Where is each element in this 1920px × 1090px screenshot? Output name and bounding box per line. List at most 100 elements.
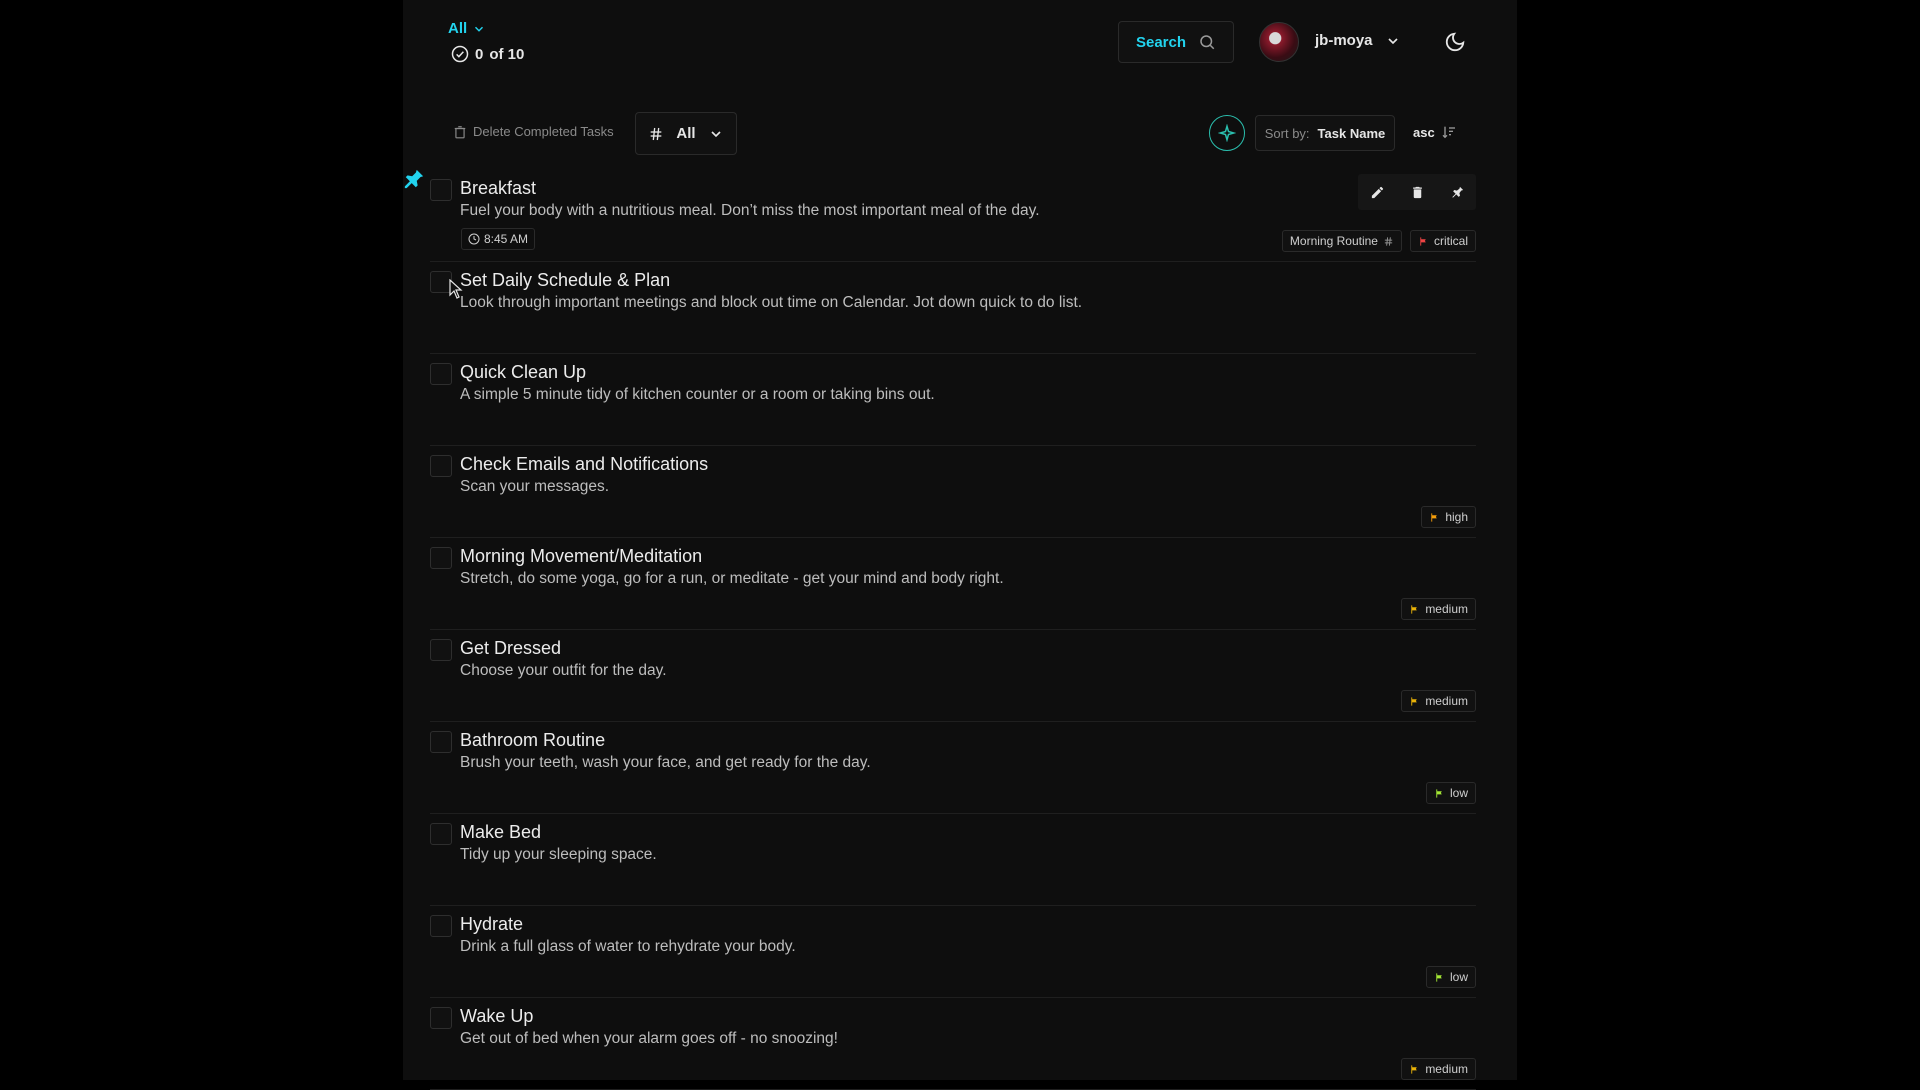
priority-chip: medium (1401, 598, 1476, 620)
task-item[interactable]: Check Emails and Notifications Scan your… (430, 446, 1476, 538)
priority-label: critical (1433, 234, 1468, 248)
priority-chip: medium (1401, 690, 1476, 712)
sort-icon (1442, 126, 1455, 139)
priority-label: low (1449, 786, 1468, 800)
task-description: Drink a full glass of water to rehydrate… (460, 938, 796, 955)
task-chips: medium (1401, 690, 1476, 712)
task-checkbox[interactable] (430, 823, 452, 845)
priority-chip: low (1425, 782, 1476, 804)
task-checkbox[interactable] (430, 179, 452, 201)
flag-icon (1420, 236, 1426, 246)
chevron-down-icon (475, 26, 484, 32)
task-item[interactable]: Hydrate Drink a full glass of water to r… (430, 906, 1476, 998)
sort-by-value: Task Name (1317, 125, 1386, 141)
progress-completed: 0 (475, 45, 484, 63)
progress-total: of 10 (489, 45, 525, 63)
username: jb-moya (1315, 32, 1373, 49)
task-item[interactable]: Morning Movement/Meditation Stretch, do … (430, 538, 1476, 630)
task-checkbox[interactable] (430, 547, 452, 569)
priority-label: medium (1425, 602, 1468, 616)
task-list: Breakfast Fuel your body with a nutritio… (430, 170, 1476, 1090)
search-button[interactable]: Search (1118, 21, 1234, 63)
flag-icon (1411, 604, 1418, 614)
pin-icon (1452, 186, 1463, 197)
flag-icon (1411, 696, 1418, 706)
tag-label: Morning Routine (1289, 234, 1378, 248)
progress-counter: 0 of 10 (451, 45, 524, 63)
tag-filter-dropdown[interactable]: All (635, 112, 737, 155)
priority-chip: low (1425, 966, 1476, 988)
user-menu[interactable]: jb-moya (1315, 32, 1401, 49)
task-chips: low (1425, 966, 1476, 988)
task-time-chip: 8:45 AM (461, 228, 536, 250)
task-checkbox[interactable] (430, 363, 452, 385)
edit-task-button[interactable] (1358, 174, 1396, 210)
task-title: Check Emails and Notifications (460, 454, 709, 474)
list-filter-dropdown[interactable]: All (448, 20, 486, 37)
task-item[interactable]: Breakfast Fuel your body with a nutritio… (430, 170, 1476, 262)
task-checkbox[interactable] (430, 915, 452, 937)
trash-icon (1412, 186, 1422, 198)
task-checkbox[interactable] (430, 731, 452, 753)
task-title: Bathroom Routine (460, 730, 606, 750)
task-item[interactable]: Get Dressed Choose your outfit for the d… (430, 630, 1476, 722)
list-filter-label: All (448, 20, 468, 37)
delete-task-button[interactable] (1398, 174, 1436, 210)
task-actions (1358, 174, 1476, 210)
chevron-down-icon (1387, 37, 1398, 44)
chevron-down-icon (710, 130, 721, 137)
task-description: Stretch, do some yoga, go for a run, or … (460, 570, 1004, 587)
task-checkbox[interactable] (430, 455, 452, 477)
hash-icon (1384, 236, 1393, 246)
task-title: Set Daily Schedule & Plan (460, 270, 671, 290)
task-chips: high (1421, 506, 1476, 528)
task-item[interactable]: Bathroom Routine Brush your teeth, wash … (430, 722, 1476, 814)
sort-direction-toggle[interactable]: asc (1413, 124, 1457, 140)
task-description: Look through important meetings and bloc… (460, 294, 1083, 311)
delete-completed-button[interactable]: Delete Completed Tasks (453, 124, 614, 139)
priority-label: high (1445, 510, 1468, 524)
task-item[interactable]: Quick Clean Up A simple 5 minute tidy of… (430, 354, 1476, 446)
task-description: Brush your teeth, wash your face, and ge… (460, 754, 871, 771)
priority-label: medium (1425, 1062, 1468, 1076)
task-description: Choose your outfit for the day. (460, 662, 667, 679)
search-icon (1200, 35, 1215, 50)
pinned-icon (404, 169, 424, 189)
task-item[interactable]: Make Bed Tidy up your sleeping space. (430, 814, 1476, 906)
clock-icon (468, 233, 480, 245)
task-description: A simple 5 minute tidy of kitchen counte… (460, 386, 935, 403)
flag-icon (1431, 512, 1438, 522)
task-description: Fuel your body with a nutritious meal. D… (460, 202, 1040, 219)
flag-icon (1436, 972, 1442, 982)
task-checkbox[interactable] (430, 639, 452, 661)
flag-icon (1411, 1064, 1418, 1074)
task-title: Morning Movement/Meditation (460, 546, 703, 566)
sort-by-label: Sort by: (1264, 125, 1310, 141)
avatar[interactable] (1259, 22, 1299, 62)
trash-icon (454, 125, 466, 138)
task-checkbox[interactable] (430, 1007, 452, 1029)
priority-chip: critical (1409, 230, 1476, 252)
priority-label: medium (1425, 694, 1468, 708)
task-title: Get Dressed (460, 638, 562, 658)
hash-icon (651, 127, 662, 140)
sort-direction-label: asc (1413, 124, 1435, 140)
task-title: Wake Up (460, 1006, 534, 1026)
priority-chip: high (1421, 506, 1476, 528)
pin-task-button[interactable] (1438, 174, 1476, 210)
task-chips: medium (1401, 1058, 1476, 1080)
delete-completed-label: Delete Completed Tasks (473, 124, 614, 139)
task-item[interactable]: Set Daily Schedule & Plan Look through i… (430, 262, 1476, 354)
tag-chip[interactable]: Morning Routine (1281, 230, 1402, 252)
task-time: 8:45 AM (484, 232, 529, 246)
tag-filter-value: All (676, 125, 696, 142)
moon-icon[interactable] (1444, 31, 1466, 53)
flag-icon (1436, 788, 1442, 798)
task-chips: medium (1401, 598, 1476, 620)
priority-chip: medium (1401, 1058, 1476, 1080)
mouse-cursor-icon (449, 279, 463, 299)
task-title: Quick Clean Up (460, 362, 587, 382)
task-item[interactable]: Wake Up Get out of bed when your alarm g… (430, 998, 1476, 1090)
sort-by-dropdown[interactable]: Sort by: Task Name (1255, 115, 1395, 151)
ai-assist-button[interactable] (1209, 115, 1245, 151)
